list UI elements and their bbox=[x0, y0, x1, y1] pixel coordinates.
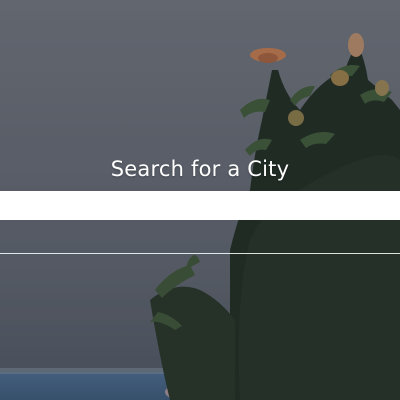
divider-line bbox=[0, 253, 400, 254]
city-search-input[interactable] bbox=[0, 191, 400, 220]
search-title: Search for a City bbox=[110, 157, 290, 181]
weather-search-screen: Search for a City bbox=[0, 0, 400, 400]
